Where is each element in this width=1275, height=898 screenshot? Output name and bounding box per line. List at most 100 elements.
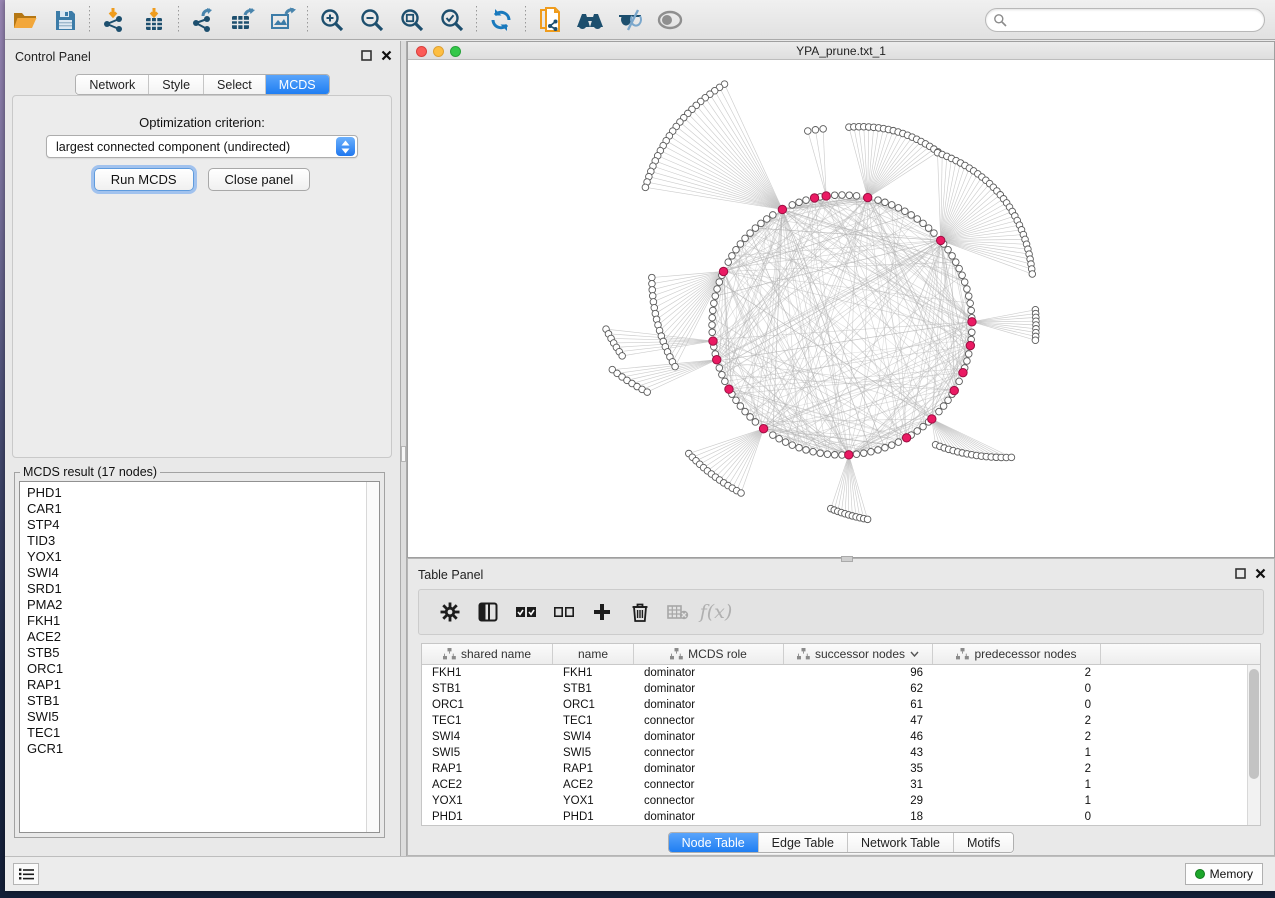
network-node[interactable] [940,403,947,410]
mcds-hub-node[interactable] [810,194,818,202]
network-node[interactable] [831,451,838,458]
network-node[interactable] [776,435,783,442]
show-columns-icon[interactable] [469,594,507,630]
show-overview-icon[interactable] [650,3,690,37]
network-node[interactable] [712,293,719,300]
network-node[interactable] [875,447,882,454]
network-node[interactable] [803,447,810,454]
network-node[interactable] [789,442,796,449]
network-node[interactable] [902,208,909,215]
network-node[interactable] [964,286,971,293]
clone-network-icon[interactable] [530,3,570,37]
mcds-hub-node[interactable] [937,236,945,244]
table-row[interactable]: ORC1ORC1dominator610 [422,697,1247,713]
network-node[interactable] [895,205,902,212]
export-image-icon[interactable] [263,3,303,37]
table-tab-edge-table[interactable]: Edge Table [758,833,847,852]
network-node[interactable] [965,293,972,300]
network-node[interactable] [914,216,921,223]
task-history-button[interactable] [13,863,39,885]
close-panel-button[interactable]: Close panel [208,168,311,191]
network-node[interactable] [812,126,819,133]
mcds-result-item[interactable]: STB5 [27,645,379,661]
table-row[interactable]: STB1STB1dominator620 [422,681,1247,697]
export-table-icon[interactable] [223,3,263,37]
mcds-hub-node[interactable] [863,193,871,201]
network-node[interactable] [882,444,889,451]
network-node[interactable] [737,403,744,410]
hide-panels-icon[interactable] [610,3,650,37]
mcds-result-item[interactable]: PHD1 [27,485,379,501]
network-node[interactable] [853,193,860,200]
network-node[interactable] [956,378,963,385]
close-panel-icon[interactable] [1255,568,1266,579]
mcds-result-item[interactable]: SRD1 [27,581,379,597]
mcds-result-item[interactable]: PMA2 [27,597,379,613]
mcds-result-item[interactable]: STP4 [27,517,379,533]
create-column-icon[interactable] [583,594,621,630]
table-row[interactable]: PHD1PHD1dominator180 [422,809,1247,825]
table-settings-icon[interactable] [431,594,469,630]
network-node[interactable] [752,419,759,426]
float-panel-icon[interactable] [1235,568,1246,579]
search-input[interactable] [1007,11,1264,29]
tab-select[interactable]: Select [203,75,265,94]
network-node[interactable] [752,225,759,232]
network-node[interactable] [714,286,721,293]
network-canvas[interactable] [408,60,1274,557]
network-node[interactable] [725,259,732,266]
mcds-hub-node[interactable] [950,386,958,394]
column-header-successor-nodes[interactable]: successor nodes [784,644,933,664]
mcds-hub-node[interactable] [959,368,967,376]
network-node[interactable] [796,199,803,206]
search-box[interactable] [985,8,1265,32]
mcds-result-item[interactable]: ORC1 [27,661,379,677]
network-node[interactable] [964,358,971,365]
network-node[interactable] [860,450,867,457]
network-node[interactable] [719,371,726,378]
mcds-result-item[interactable]: CAR1 [27,501,379,517]
network-node[interactable] [729,253,736,260]
network-node[interactable] [853,451,860,458]
mcds-result-item[interactable]: SWI4 [27,565,379,581]
network-node[interactable] [888,202,895,209]
mcds-result-item[interactable]: FKH1 [27,613,379,629]
table-row[interactable]: YOX1YOX1connector291 [422,793,1247,809]
mcds-result-item[interactable]: TID3 [27,533,379,549]
network-node[interactable] [839,192,846,199]
network-node[interactable] [644,389,651,396]
mcds-hub-node[interactable] [713,356,721,364]
network-node[interactable] [945,246,952,253]
close-panel-icon[interactable] [381,50,392,61]
mcds-hub-node[interactable] [928,415,936,423]
network-node[interactable] [965,351,972,358]
tab-network[interactable]: Network [76,75,148,94]
zoom-selected-icon[interactable] [432,3,472,37]
column-header-shared-name[interactable]: shared name [422,644,553,664]
tab-mcds[interactable]: MCDS [265,75,329,94]
tab-style[interactable]: Style [148,75,203,94]
network-node[interactable] [796,444,803,451]
network-node[interactable] [747,230,754,237]
network-node[interactable] [716,279,723,286]
column-header-MCDS-role[interactable]: MCDS role [634,644,784,664]
table-row[interactable]: TEC1TEC1connector472 [422,713,1247,729]
network-node[interactable] [1032,337,1039,344]
network-node[interactable] [709,322,716,329]
network-node[interactable] [649,280,656,287]
mcds-hub-node[interactable] [709,337,717,345]
search-network-icon[interactable] [570,3,610,37]
mcds-result-item[interactable]: STB1 [27,693,379,709]
horizontal-splitter-grip[interactable] [841,556,853,562]
network-node[interactable] [738,490,745,497]
network-node[interactable] [763,216,770,223]
mcds-result-item[interactable]: GCR1 [27,741,379,757]
zoom-fit-icon[interactable] [392,3,432,37]
network-node[interactable] [742,235,749,242]
network-node[interactable] [875,197,882,204]
network-node[interactable] [895,439,902,446]
network-node[interactable] [925,225,932,232]
network-node[interactable] [968,307,975,314]
network-node[interactable] [710,307,717,314]
network-node[interactable] [716,365,723,372]
